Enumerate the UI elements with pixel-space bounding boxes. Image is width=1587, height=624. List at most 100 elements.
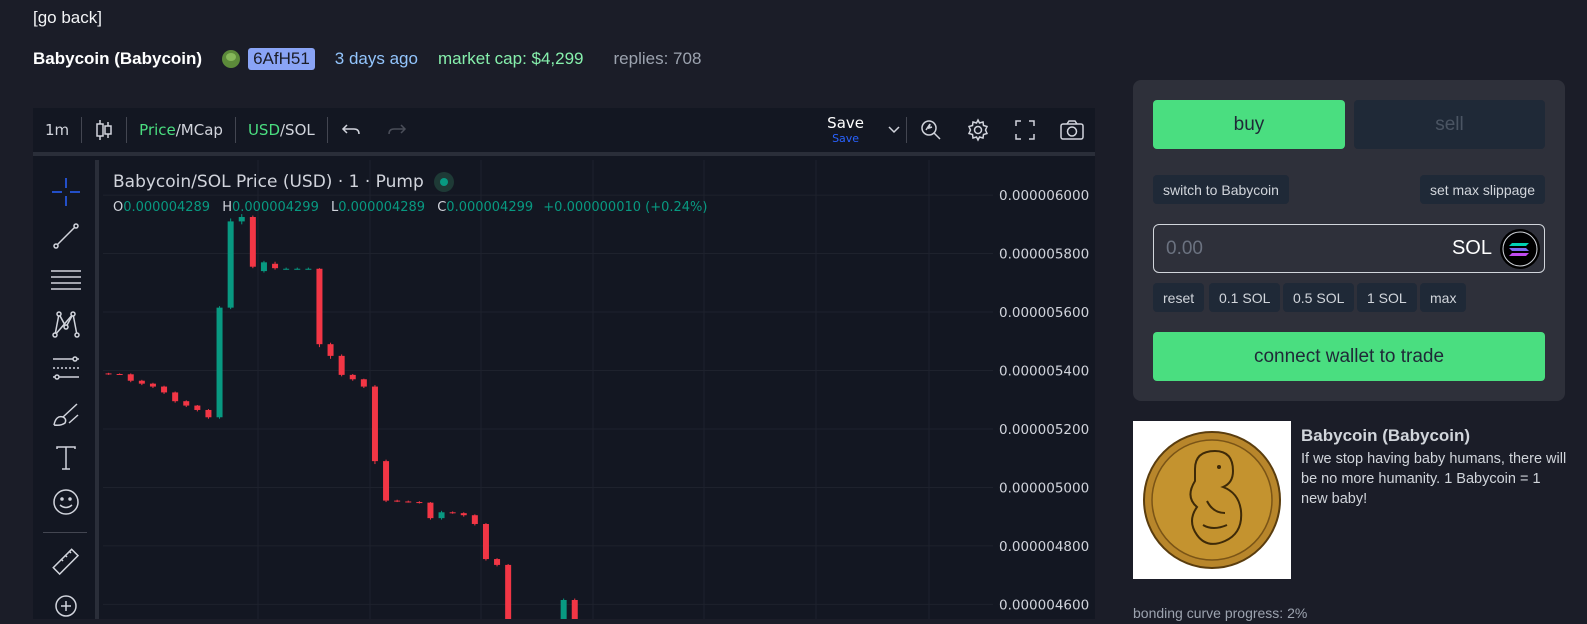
set-slippage-button[interactable]: set max slippage (1419, 175, 1545, 204)
candle-body (249, 217, 256, 267)
chart-toolbar: 1m Price/MCap USD/SOL Save Save (33, 108, 1095, 156)
save-sublabel: Save (832, 132, 860, 145)
fib-tool[interactable] (48, 262, 84, 298)
tool-divider (43, 532, 87, 533)
save-menu-button[interactable] (882, 108, 906, 152)
y-axis-tick-label: 0.000005600 (999, 305, 1089, 321)
chart-plot-area[interactable]: 0.000006000 0.000005800 0.000005600 0.00000… (103, 160, 1095, 619)
candle-body (360, 379, 367, 387)
candle-body (205, 409, 212, 418)
sell-tab[interactable]: sell (1354, 100, 1545, 149)
ohlc-open-value: 0.000004289 (123, 200, 211, 215)
amount-unit: SOL (1451, 237, 1492, 259)
text-icon (56, 446, 76, 470)
trade-panel: buy sell switch to Babycoin set max slip… (1133, 80, 1565, 401)
solana-logo-icon (1500, 228, 1540, 269)
candle-type-button[interactable] (82, 108, 126, 152)
trendline-tool[interactable] (48, 218, 84, 254)
pattern-tool[interactable] (48, 306, 84, 342)
ohlc-close-value: 0.000004299 (446, 200, 534, 215)
brush-tool[interactable] (48, 396, 84, 432)
ohlc-readout: O0.000004289 H0.000004299 L0.000004289 C… (113, 200, 707, 215)
candles-icon (96, 120, 112, 140)
camera-icon (1059, 120, 1084, 140)
screenshot-button[interactable] (1048, 108, 1095, 152)
chart-legend: Babycoin/SOL Price (USD) · 1 · Pump (113, 172, 454, 192)
forecast-icon (53, 356, 79, 380)
quick-amount-max[interactable]: max (1420, 283, 1467, 312)
quick-amount-0.5[interactable]: 0.5 SOL (1283, 283, 1355, 312)
gear-icon (967, 118, 988, 142)
candle-body (305, 268, 312, 270)
quick-amount-1[interactable]: 1 SOL (1357, 283, 1417, 312)
redo-icon (388, 124, 406, 135)
fullscreen-button[interactable] (1001, 108, 1048, 152)
text-tool[interactable] (48, 440, 84, 476)
settings-button[interactable] (954, 108, 1001, 152)
candle-body (338, 355, 345, 375)
ohlc-high-label: H (222, 200, 232, 215)
mcap-label: /MCap (175, 121, 223, 139)
chevron-down-icon (888, 126, 900, 134)
candle-body (216, 307, 223, 418)
y-axis-tick-label: 0.000005200 (999, 422, 1089, 438)
switch-currency-button[interactable]: switch to Babycoin (1153, 175, 1289, 204)
candle-body (138, 380, 145, 384)
candle-body (482, 523, 489, 560)
candle-body (505, 564, 512, 619)
candle-body (494, 559, 501, 565)
ruler-icon (52, 548, 80, 576)
candle-body (405, 501, 412, 503)
buy-tab[interactable]: buy (1153, 100, 1345, 149)
brush-icon (53, 403, 79, 426)
candle-body (283, 268, 290, 270)
candle-body (438, 512, 445, 519)
ohlc-change: +0.000000010 (+0.24%) (543, 200, 708, 215)
y-axis-tick-label: 0.000005000 (999, 480, 1089, 496)
candle-body (416, 502, 423, 504)
candle-body (349, 374, 356, 380)
token-image (1133, 421, 1291, 579)
candle-body (105, 373, 112, 375)
y-axis-tick-label: 0.000005400 (999, 363, 1089, 379)
candle-body (194, 405, 201, 410)
candle-body (127, 374, 134, 381)
search-icon (920, 120, 941, 140)
crosshair-icon (52, 178, 80, 206)
redo-button[interactable] (374, 108, 420, 152)
baby-coin-logo-icon (1143, 431, 1281, 569)
ohlc-open-label: O (113, 200, 124, 215)
price-mcap-toggle[interactable]: Price/MCap (127, 108, 235, 152)
candle-body (560, 599, 567, 619)
smiley-icon (53, 489, 79, 515)
candle-body (571, 599, 578, 619)
token-description: If we stop having baby humans, there wil… (1301, 451, 1567, 507)
ruler-tool[interactable] (48, 544, 84, 580)
undo-icon (341, 124, 360, 135)
replies-count: replies: 708 (613, 49, 702, 68)
quick-amount-reset[interactable]: reset (1153, 283, 1205, 312)
candle-body (260, 262, 267, 272)
candle-body (327, 344, 334, 356)
creator-address-link[interactable]: 6AfH51 (248, 48, 315, 70)
quick-search-button[interactable] (907, 108, 954, 152)
undo-button[interactable] (328, 108, 374, 152)
ohlc-high-value: 0.000004299 (232, 200, 319, 215)
crosshair-tool[interactable] (48, 174, 84, 210)
y-axis-tick-label: 0.000006000 (999, 188, 1089, 204)
price-label: Price (139, 121, 176, 139)
connect-wallet-button[interactable]: connect wallet to trade (1153, 332, 1545, 381)
quick-amount-0.1[interactable]: 0.1 SOL (1209, 283, 1281, 312)
ohlc-close-label: C (437, 200, 447, 215)
amount-field: SOL (1153, 224, 1545, 273)
save-button[interactable]: Save Save (827, 116, 864, 145)
interval-button[interactable]: 1m (33, 108, 81, 152)
horizontal-lines-icon (51, 270, 81, 290)
currency-toggle[interactable]: USD/SOL (236, 108, 327, 152)
y-axis-tick-label: 0.000004600 (999, 597, 1089, 613)
emoji-tool[interactable] (48, 484, 84, 520)
candle-body (183, 401, 190, 406)
go-back-link[interactable]: [go back] (33, 8, 102, 28)
prediction-tool[interactable] (48, 350, 84, 386)
amount-input[interactable] (1154, 237, 1452, 260)
